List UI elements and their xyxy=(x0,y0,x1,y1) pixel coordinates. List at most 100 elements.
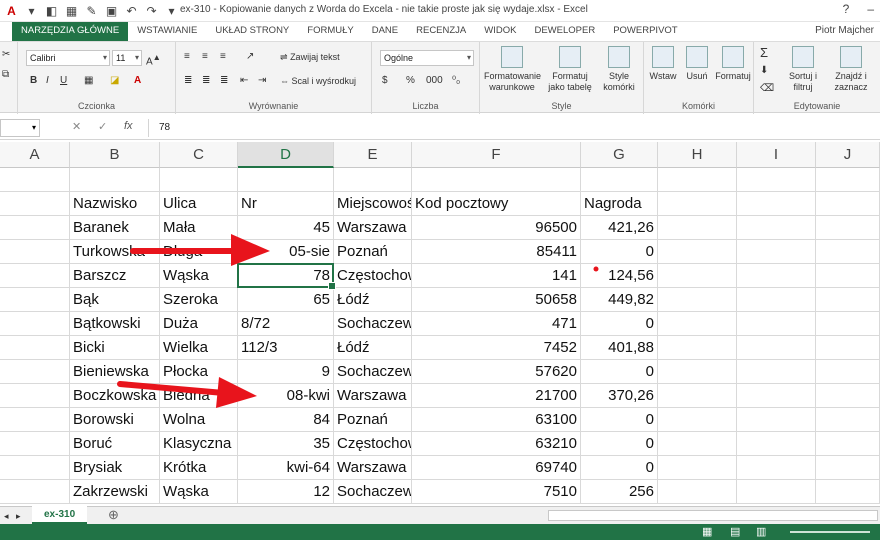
cell-e9[interactable]: Sochaczew xyxy=(334,360,412,384)
cell-g5[interactable]: 124,56 xyxy=(581,264,658,288)
cell-j8[interactable] xyxy=(816,336,880,360)
cell-d12[interactable]: 35 xyxy=(238,432,334,456)
cell-b7[interactable]: Bątkowski xyxy=(70,312,160,336)
insert-button[interactable]: Wstaw xyxy=(646,44,680,82)
cell-i6[interactable] xyxy=(737,288,816,312)
cell-c9[interactable]: Płocka xyxy=(160,360,238,384)
cell-h5[interactable] xyxy=(658,264,737,288)
column-header-h[interactable]: H xyxy=(658,142,737,168)
cell-i1[interactable] xyxy=(737,168,816,192)
save-icon[interactable]: ▣ xyxy=(104,4,119,19)
cell-f2[interactable]: Kod pocztowy xyxy=(412,192,581,216)
formula-input[interactable]: 78 xyxy=(148,119,878,137)
cell-h13[interactable] xyxy=(658,456,737,480)
decrease-indent-icon[interactable]: ⇤ xyxy=(240,74,248,88)
increase-indent-icon[interactable]: ⇥ xyxy=(258,74,266,88)
cell-e1[interactable] xyxy=(334,168,412,192)
cell-i12[interactable] xyxy=(737,432,816,456)
cell-a6[interactable] xyxy=(0,288,70,312)
cell-c13[interactable]: Krótka xyxy=(160,456,238,480)
cell-b12[interactable]: Boruć xyxy=(70,432,160,456)
align-right-icon[interactable]: ≣ xyxy=(220,74,228,88)
conditional-formatting-button[interactable]: Formatowanie warunkowe xyxy=(484,44,541,93)
column-header-g[interactable]: G xyxy=(581,142,658,168)
cell-f10[interactable]: 21700 xyxy=(412,384,581,408)
horizontal-scrollbar[interactable] xyxy=(548,510,878,521)
cancel-icon[interactable]: ✕ xyxy=(72,120,81,133)
font-name-select[interactable]: Calibri xyxy=(26,50,110,66)
wrap-text-button[interactable]: ⇌ Zawijaj tekst xyxy=(280,50,340,64)
borders-icon[interactable]: ▦ xyxy=(84,74,93,88)
cell-g8[interactable]: 401,88 xyxy=(581,336,658,360)
cell-f6[interactable]: 50658 xyxy=(412,288,581,312)
borders-icon[interactable]: ▦ xyxy=(64,4,79,19)
cell-f3[interactable]: 96500 xyxy=(412,216,581,240)
cell-j9[interactable] xyxy=(816,360,880,384)
tab-3[interactable]: FORMUŁY xyxy=(298,22,362,41)
cell-c14[interactable]: Wąska xyxy=(160,480,238,504)
format-button[interactable]: Formatuj xyxy=(714,44,752,82)
cell-i3[interactable] xyxy=(737,216,816,240)
sort-filter-button[interactable]: Sortuj i filtruj xyxy=(780,44,826,93)
cell-h4[interactable] xyxy=(658,240,737,264)
cell-b1[interactable] xyxy=(70,168,160,192)
cell-f12[interactable]: 63210 xyxy=(412,432,581,456)
cell-b11[interactable]: Borowski xyxy=(70,408,160,432)
cell-b6[interactable]: Bąk xyxy=(70,288,160,312)
cell-j12[interactable] xyxy=(816,432,880,456)
find-select-button[interactable]: Znajdź i zaznacz xyxy=(828,44,874,93)
align-middle-icon[interactable]: ≡ xyxy=(202,50,208,64)
cell-i14[interactable] xyxy=(737,480,816,504)
column-header-b[interactable]: B xyxy=(70,142,160,168)
grow-font-icon[interactable]: A▲ xyxy=(146,50,161,69)
cell-a1[interactable] xyxy=(0,168,70,192)
cell-c6[interactable]: Szeroka xyxy=(160,288,238,312)
decimal-icon[interactable]: ⁰₀ xyxy=(452,74,460,88)
cell-b13[interactable]: Brysiak xyxy=(70,456,160,480)
cell-d14[interactable]: 12 xyxy=(238,480,334,504)
cell-j11[interactable] xyxy=(816,408,880,432)
cell-c1[interactable] xyxy=(160,168,238,192)
cell-g14[interactable]: 256 xyxy=(581,480,658,504)
page-layout-icon[interactable]: ▤ xyxy=(730,525,740,539)
fill-icon[interactable]: ⬇ xyxy=(760,64,768,78)
column-header-a[interactable]: A xyxy=(0,142,70,168)
cell-c7[interactable]: Duża xyxy=(160,312,238,336)
cell-d6[interactable]: 65 xyxy=(238,288,334,312)
undo-icon[interactable]: ↶ xyxy=(124,4,139,19)
cell-j3[interactable] xyxy=(816,216,880,240)
cell-g6[interactable]: 449,82 xyxy=(581,288,658,312)
enter-icon[interactable]: ✓ xyxy=(98,120,107,133)
insert-function-icon[interactable]: fx xyxy=(124,120,133,132)
cell-h12[interactable] xyxy=(658,432,737,456)
cell-i4[interactable] xyxy=(737,240,816,264)
cell-h14[interactable] xyxy=(658,480,737,504)
tab-8[interactable]: POWERPIVOT xyxy=(604,22,686,41)
cell-h7[interactable] xyxy=(658,312,737,336)
cell-h8[interactable] xyxy=(658,336,737,360)
autosum-icon[interactable]: Σ xyxy=(760,46,768,60)
tab-1[interactable]: WSTAWIANIE xyxy=(128,22,206,41)
cell-a11[interactable] xyxy=(0,408,70,432)
cell-g11[interactable]: 0 xyxy=(581,408,658,432)
help-icon[interactable]: ? xyxy=(843,2,850,16)
cut-icon[interactable]: ✂ xyxy=(2,48,10,62)
new-sheet-icon[interactable]: ⊕ xyxy=(108,508,119,522)
cell-b10[interactable]: Boczkowska xyxy=(70,384,160,408)
cell-j4[interactable] xyxy=(816,240,880,264)
currency-icon[interactable]: $ xyxy=(382,74,388,88)
cell-h10[interactable] xyxy=(658,384,737,408)
cell-f4[interactable]: 85411 xyxy=(412,240,581,264)
prev-sheet-icon[interactable]: ◂ xyxy=(4,509,9,523)
cell-b5[interactable]: Barszcz xyxy=(70,264,160,288)
cell-b3[interactable]: Baranek xyxy=(70,216,160,240)
cell-e11[interactable]: Poznań xyxy=(334,408,412,432)
column-header-i[interactable]: I xyxy=(737,142,816,168)
next-sheet-icon[interactable]: ▸ xyxy=(16,509,21,523)
column-header-j[interactable]: J xyxy=(816,142,880,168)
cell-d13[interactable]: kwi-64 xyxy=(238,456,334,480)
cell-g2[interactable]: Nagroda xyxy=(581,192,658,216)
cell-a8[interactable] xyxy=(0,336,70,360)
delete-button[interactable]: Usuń xyxy=(680,44,714,82)
thousands-icon[interactable]: 000 xyxy=(426,74,443,88)
